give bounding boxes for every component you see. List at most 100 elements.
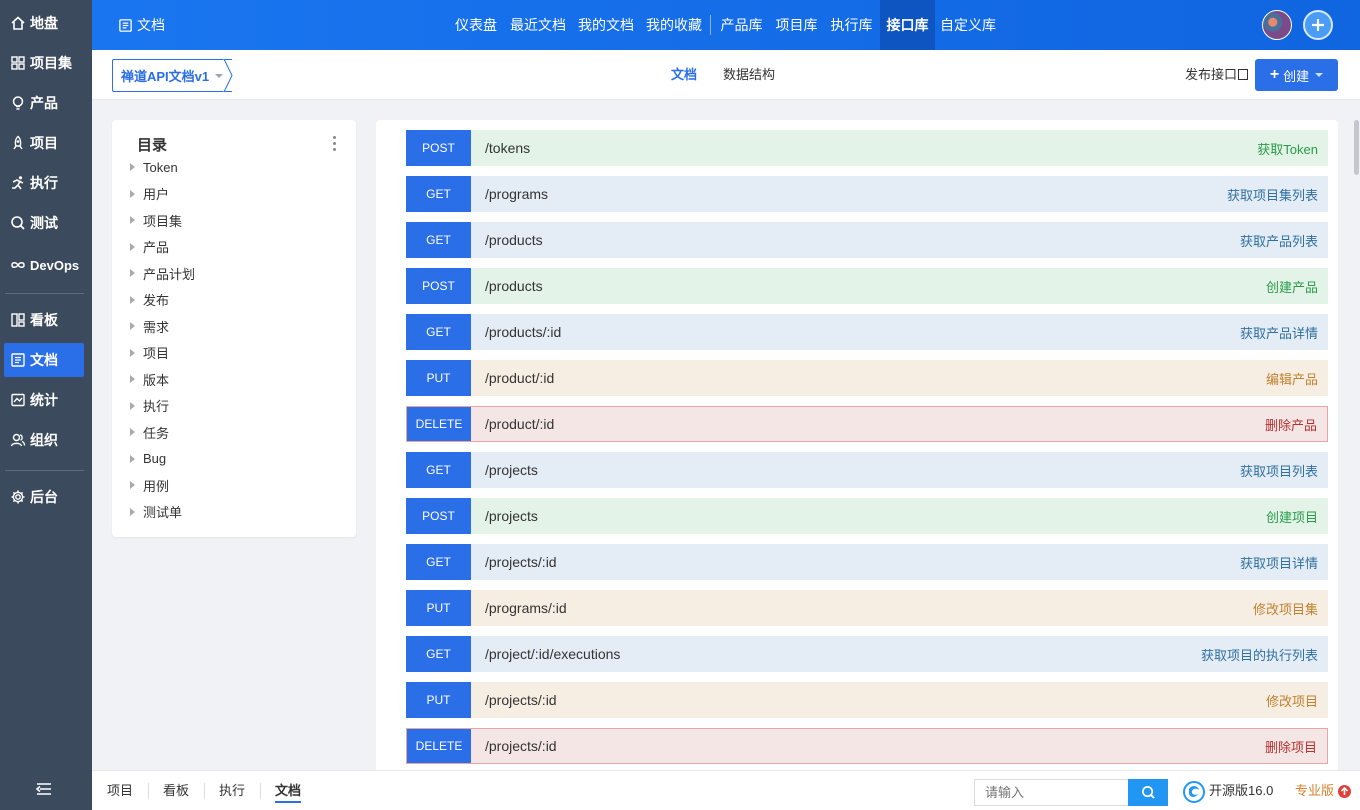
infinity-icon (10, 257, 26, 273)
catalog-item[interactable]: 产品计划 (130, 263, 195, 283)
catalog-item[interactable]: 测试单 (130, 502, 182, 522)
api-row[interactable]: GET/products获取产品列表 (406, 222, 1328, 258)
search-button[interactable] (1128, 779, 1168, 806)
sidebar-item-label: 测试 (30, 213, 58, 233)
api-row-body: /products/:id获取产品详情 (471, 314, 1328, 350)
nav-project-lib[interactable]: 项目库 (769, 0, 824, 50)
catalog-title: 目录 (137, 134, 167, 155)
api-row-body: /product/:id删除产品 (471, 406, 1328, 442)
sidebar-item-test[interactable]: 测试 (4, 206, 84, 240)
catalog-item[interactable]: Bug (130, 449, 166, 469)
tab-docs[interactable]: 文档 (671, 50, 697, 100)
doc-icon (118, 18, 133, 33)
catalog-item[interactable]: 发布 (130, 290, 169, 310)
api-row[interactable]: DELETE/projects/:id删除项目 (406, 728, 1328, 764)
caret-right-icon (130, 163, 135, 171)
api-row[interactable]: DELETE/product/:id删除产品 (406, 406, 1328, 442)
sidebar-item-kanban[interactable]: 看板 (4, 303, 84, 337)
more-vertical-icon[interactable] (326, 134, 342, 152)
api-method-badge: GET (406, 222, 471, 258)
nav-execution-lib[interactable]: 执行库 (824, 0, 879, 50)
catalog-item[interactable]: Token (130, 157, 178, 177)
search-icon (1141, 785, 1156, 800)
sidebar-item-devops[interactable]: DevOps (4, 248, 84, 282)
menu-collapse-icon[interactable] (34, 779, 54, 799)
api-row-body: /products创建产品 (471, 268, 1328, 304)
avatar[interactable] (1262, 10, 1292, 40)
scrollbar-thumb[interactable] (1354, 120, 1359, 175)
nav-my-favorites[interactable]: 我的收藏 (640, 0, 708, 50)
rocket-icon (10, 135, 26, 151)
nav-custom-lib[interactable]: 自定义库 (935, 0, 1001, 50)
scrollbar[interactable] (1352, 100, 1360, 770)
publish-api-label: 发布接口 (1185, 67, 1237, 82)
sidebar-item-doc[interactable]: 文档 (4, 343, 84, 377)
catalog-item[interactable]: 用户 (130, 184, 169, 204)
api-path: /projects/:id (485, 738, 557, 754)
api-path: /projects (485, 462, 538, 478)
zentao-logo-icon (1183, 781, 1205, 803)
sidebar-item-org[interactable]: 组织 (4, 423, 84, 457)
tab-data-structure[interactable]: 数据结构 (723, 50, 775, 100)
api-method-badge: DELETE (406, 728, 471, 764)
sidebar-item-admin[interactable]: 后台 (4, 480, 84, 514)
api-row[interactable]: GET/project/:id/executions获取项目的执行列表 (406, 636, 1328, 672)
sidebar-divider (5, 293, 84, 294)
api-method-badge: POST (406, 498, 471, 534)
api-list-panel: POST/tokens获取Token GET/programs获取项目集列表 GET… (376, 120, 1338, 770)
sidebar-item-product[interactable]: 产品 (4, 86, 84, 120)
nav-dashboard[interactable]: 仪表盘 (448, 0, 504, 50)
api-row[interactable]: PUT/product/:id编辑产品 (406, 360, 1328, 396)
api-description: 获取项目列表 (1240, 461, 1318, 480)
footer-crumb-doc[interactable]: 文档 (275, 771, 301, 810)
footer-crumb-execution[interactable]: 执行 (219, 771, 245, 810)
api-method-badge: GET (406, 544, 471, 580)
catalog-item[interactable]: 项目集 (130, 210, 182, 230)
api-method-badge: PUT (406, 682, 471, 718)
api-row[interactable]: GET/products/:id获取产品详情 (406, 314, 1328, 350)
sidebar-item-programs[interactable]: 项目集 (4, 46, 84, 80)
footer-bar: 项目 看板 执行 文档 开源版16.0 专业版 (92, 770, 1360, 810)
api-path: /projects/:id (485, 554, 557, 570)
create-button[interactable]: + 创建 (1255, 59, 1338, 91)
nav-my-docs[interactable]: 我的文档 (572, 0, 640, 50)
catalog-item[interactable]: 版本 (130, 369, 169, 389)
sidebar-item-label: 看板 (30, 310, 58, 330)
api-row[interactable]: POST/products创建产品 (406, 268, 1328, 304)
nav-product-lib[interactable]: 产品库 (714, 0, 769, 50)
pro-edition-link[interactable]: 专业版 (1295, 771, 1334, 810)
library-select[interactable]: 禅道API文档v1 (112, 59, 232, 92)
sidebar-item-label: 地盘 (30, 13, 58, 33)
catalog-item[interactable]: 需求 (130, 316, 169, 336)
sidebar-item-label: 项目集 (30, 53, 72, 73)
arrow-up-icon[interactable] (1338, 785, 1351, 798)
nav-api-lib[interactable]: 接口库 (880, 0, 935, 50)
api-row[interactable]: PUT/programs/:id修改项目集 (406, 590, 1328, 626)
catalog-item[interactable]: 产品 (130, 237, 169, 257)
api-row-body: /projects/:id删除项目 (471, 728, 1328, 764)
api-row[interactable]: POST/tokens获取Token (406, 130, 1328, 166)
search-input[interactable] (974, 779, 1129, 806)
api-row[interactable]: PUT/projects/:id修改项目 (406, 682, 1328, 718)
api-row[interactable]: GET/projects获取项目列表 (406, 452, 1328, 488)
quick-add-button[interactable] (1303, 10, 1333, 40)
catalog-item[interactable]: 用例 (130, 475, 169, 495)
catalog-item[interactable]: 项目 (130, 343, 169, 363)
footer-crumb-project[interactable]: 项目 (107, 771, 133, 810)
nav-recent-docs[interactable]: 最近文档 (504, 0, 572, 50)
sidebar-item-dashboard[interactable]: 地盘 (4, 6, 84, 40)
api-row[interactable]: GET/programs获取项目集列表 (406, 176, 1328, 212)
publish-api-button[interactable]: 发布接口 (1185, 50, 1248, 100)
sidebar-item-execution[interactable]: 执行 (4, 166, 84, 200)
api-row[interactable]: GET/projects/:id获取项目详情 (406, 544, 1328, 580)
catalog-item[interactable]: 任务 (130, 422, 169, 442)
sidebar-item-stats[interactable]: 统计 (4, 383, 84, 417)
api-method-badge: DELETE (406, 406, 471, 442)
sidebar-item-label: 后台 (30, 487, 58, 507)
caret-right-icon (130, 269, 135, 277)
catalog-item[interactable]: 执行 (130, 396, 169, 416)
sidebar-item-project[interactable]: 项目 (4, 126, 84, 160)
version-label: 开源版16.0 (1209, 771, 1273, 810)
api-row[interactable]: POST/projects创建项目 (406, 498, 1328, 534)
footer-crumb-kanban[interactable]: 看板 (163, 771, 189, 810)
